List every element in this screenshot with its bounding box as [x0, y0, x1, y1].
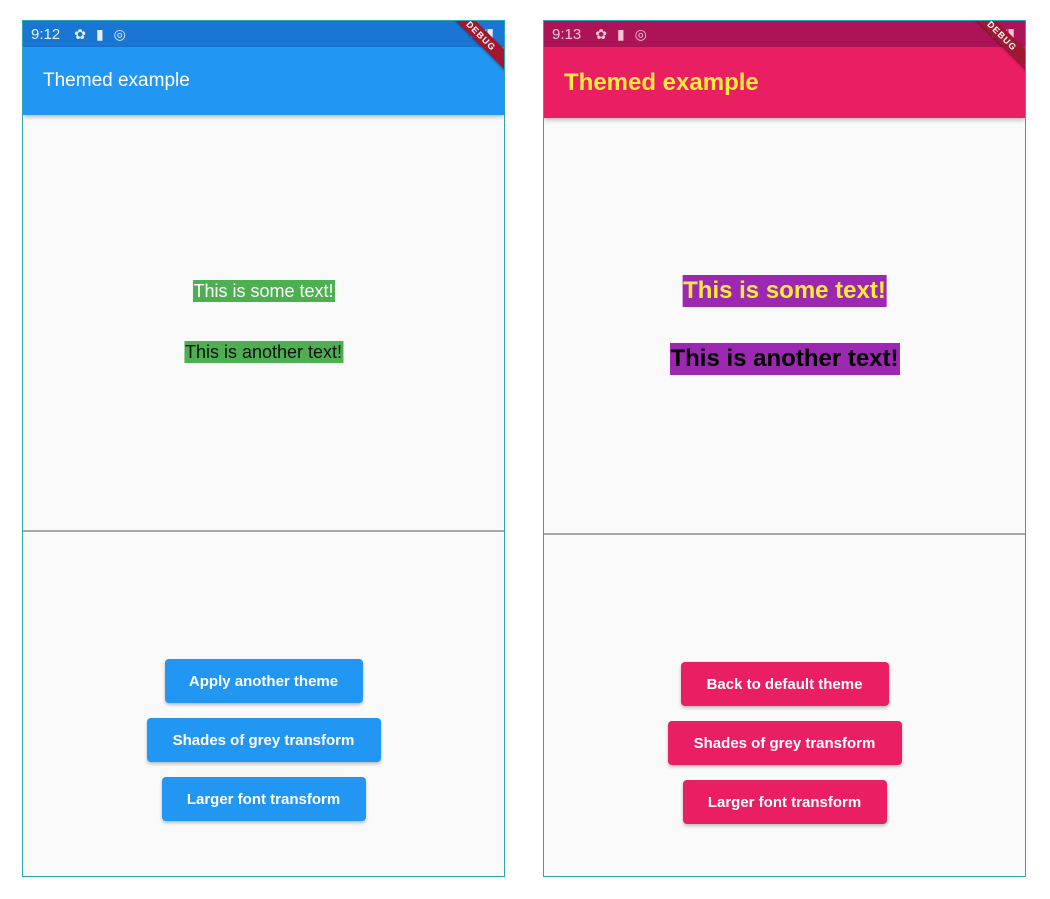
sample-text-second: This is another text!	[183, 341, 344, 363]
grey-transform-button[interactable]: Shades of grey transform	[667, 721, 902, 765]
app-bar-title: Themed example	[43, 70, 190, 91]
apply-theme-button[interactable]: Apply another theme	[164, 659, 363, 703]
sd-card-icon: ▮	[95, 26, 104, 42]
divider	[23, 530, 504, 532]
status-bar: 9:12 ✿ ▮ ◎ ▾◢▮	[23, 21, 504, 47]
sample-text-first: This is some text!	[192, 280, 335, 302]
grey-transform-button[interactable]: Shades of grey transform	[146, 718, 381, 762]
sample-text-first: This is some text!	[682, 275, 887, 307]
larger-font-button[interactable]: Larger font transform	[161, 777, 366, 821]
sd-card-icon: ▮	[616, 26, 625, 42]
app-bar: Themed example	[544, 47, 1025, 118]
phone-screen-custom-theme: 9:13 ✿ ▮ ◎ ▾◢▮ Themed example DEBUG This…	[543, 20, 1026, 877]
sync-icon: ◎	[634, 26, 647, 42]
status-bar: 9:13 ✿ ▮ ◎ ▾◢▮	[544, 21, 1025, 47]
larger-font-button[interactable]: Larger font transform	[682, 780, 887, 824]
settings-icon: ✿	[74, 26, 86, 42]
sample-text-second: This is another text!	[669, 343, 900, 375]
app-bar-title: Themed example	[564, 68, 759, 96]
phone-screen-default-theme: 9:12 ✿ ▮ ◎ ▾◢▮ Themed example DEBUG This…	[22, 20, 505, 877]
status-time: 9:13	[552, 25, 582, 43]
default-theme-button[interactable]: Back to default theme	[680, 662, 889, 706]
app-bar: Themed example	[23, 47, 504, 115]
divider	[544, 533, 1025, 535]
status-time: 9:12	[31, 25, 61, 43]
sync-icon: ◎	[113, 26, 126, 42]
settings-icon: ✿	[595, 26, 607, 42]
